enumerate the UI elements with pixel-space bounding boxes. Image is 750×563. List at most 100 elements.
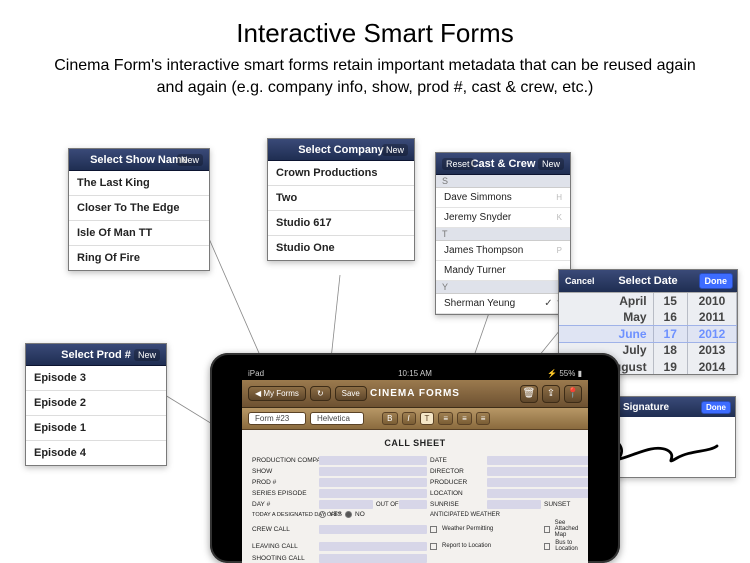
field-show[interactable] xyxy=(319,467,427,476)
date-option[interactable]: 19 xyxy=(654,359,687,374)
field-leaving-call[interactable] xyxy=(319,542,427,551)
ipad-device: iPad 10:15 AM ⚡ 55% ▮ ◀ My Forms ↻ Save … xyxy=(210,353,620,563)
reset-button[interactable]: Reset xyxy=(442,158,474,170)
list-item[interactable]: Episode 2 xyxy=(26,391,166,416)
field-location[interactable] xyxy=(487,489,588,498)
field-shooting-call[interactable] xyxy=(319,554,427,563)
status-time: 10:15 AM xyxy=(398,369,432,378)
date-option[interactable]: 17 xyxy=(654,326,687,342)
ios-status-bar: iPad 10:15 AM ⚡ 55% ▮ xyxy=(242,367,588,380)
field-production-company[interactable] xyxy=(319,456,427,465)
label-crew-call: CREW CALL xyxy=(252,526,316,533)
field-day[interactable] xyxy=(319,500,373,509)
field-prod[interactable] xyxy=(319,478,427,487)
list-item[interactable]: Episode 4 xyxy=(26,441,166,465)
date-option[interactable]: 15 xyxy=(654,293,687,309)
date-option[interactable]: 2011 xyxy=(688,309,736,325)
list-item[interactable]: Episode 3 xyxy=(26,366,166,391)
check-bus-location[interactable]: Bus to Location xyxy=(544,540,588,552)
cast-crew-panel: Reset Cast & Crew New SDave SimmonsHJere… xyxy=(435,152,571,315)
label-out-of: OUT OF xyxy=(376,502,396,508)
date-option[interactable]: 2013 xyxy=(688,342,736,358)
date-option[interactable]: May xyxy=(559,309,647,325)
new-button[interactable]: New xyxy=(538,158,564,170)
page-subtitle: Cinema Form's interactive smart forms re… xyxy=(0,49,750,98)
radio-yes[interactable] xyxy=(319,511,326,518)
font-select[interactable]: Helvetica xyxy=(310,412,364,425)
label-date: DATE xyxy=(430,457,484,464)
field-out-of[interactable] xyxy=(399,500,427,509)
history-button[interactable]: ↻ xyxy=(310,386,331,401)
align-center-button[interactable]: ≡ xyxy=(457,412,472,425)
date-option[interactable]: 2012 xyxy=(688,326,736,342)
cast-row[interactable]: James ThompsonP xyxy=(436,241,570,261)
label-series-episode: SERIES EPISODE xyxy=(252,490,316,497)
back-button[interactable]: ◀ My Forms xyxy=(248,386,306,401)
cast-row[interactable]: Jeremy SnyderK xyxy=(436,208,570,228)
new-button[interactable]: New xyxy=(134,349,160,361)
date-option[interactable]: 18 xyxy=(654,342,687,358)
date-option[interactable]: 16 xyxy=(654,309,687,325)
cast-row[interactable]: Dave SimmonsH xyxy=(436,188,570,208)
label-shooting-call: SHOOTING CALL xyxy=(252,555,316,562)
new-button[interactable]: New xyxy=(177,154,203,166)
list-item[interactable]: Isle Of Man TT xyxy=(69,221,209,246)
app-title: CINEMA FORMS xyxy=(370,388,460,399)
label-show: SHOW xyxy=(252,468,316,475)
field-crew-call[interactable] xyxy=(319,525,427,534)
show-list: The Last KingCloser To The EdgeIsle Of M… xyxy=(69,171,209,270)
done-button[interactable]: Done xyxy=(701,401,731,414)
list-item[interactable]: Studio 617 xyxy=(268,211,414,236)
italic-button[interactable]: I xyxy=(402,412,416,425)
radio-no[interactable] xyxy=(345,511,352,518)
cast-crew-title: Cast & Crew xyxy=(471,158,536,170)
check-weather-permitting[interactable]: Weather Permitting xyxy=(430,526,541,533)
date-option[interactable]: 2014 xyxy=(688,359,736,374)
field-series-episode[interactable] xyxy=(319,489,427,498)
field-sunrise[interactable] xyxy=(487,500,541,509)
trash-icon[interactable]: 🗑 xyxy=(520,385,538,403)
share-icon[interactable]: ⇪ xyxy=(542,385,560,403)
label-designated-off: TODAY A DESIGNATED DAY OFF? xyxy=(252,512,316,518)
text-button[interactable]: T xyxy=(420,412,435,425)
save-button[interactable]: Save xyxy=(335,386,367,401)
bold-button[interactable]: B xyxy=(382,412,397,425)
select-show-panel: Select Show Name New The Last KingCloser… xyxy=(68,148,210,271)
list-item[interactable]: Episode 1 xyxy=(26,416,166,441)
prod-list: Episode 3Episode 2Episode 1Episode 4 xyxy=(26,366,166,465)
date-option[interactable]: April xyxy=(559,293,647,309)
cancel-button[interactable]: Cancel xyxy=(565,276,595,286)
date-option[interactable]: June xyxy=(559,326,647,342)
field-producer[interactable] xyxy=(487,478,588,487)
check-report-location[interactable]: Report to Location xyxy=(430,543,541,550)
label-producer: PRODUCER xyxy=(430,479,484,486)
date-year-column[interactable]: 20102011201220132014 xyxy=(688,293,737,374)
new-button[interactable]: New xyxy=(382,144,408,156)
list-item[interactable]: Crown Productions xyxy=(268,161,414,186)
list-item[interactable]: The Last King xyxy=(69,171,209,196)
cast-row[interactable]: Sherman YeungY xyxy=(436,294,570,314)
field-date[interactable] xyxy=(487,456,588,465)
label-day: DAY # xyxy=(252,501,316,508)
cast-row[interactable]: Mandy Turner xyxy=(436,261,570,281)
list-item[interactable]: Ring Of Fire xyxy=(69,246,209,270)
done-button[interactable]: Done xyxy=(699,273,734,289)
align-right-button[interactable]: ≡ xyxy=(476,412,491,425)
cast-section-header: Y xyxy=(436,281,570,294)
field-director[interactable] xyxy=(487,467,588,476)
form-name-input[interactable]: Form #23 xyxy=(248,412,306,425)
align-left-button[interactable]: ≡ xyxy=(438,412,453,425)
cast-section-header: T xyxy=(436,228,570,241)
radio-group-day-off[interactable]: YES NO xyxy=(319,511,427,518)
select-company-panel: Select Company New Crown ProductionsTwoS… xyxy=(267,138,415,261)
list-item[interactable]: Two xyxy=(268,186,414,211)
date-option[interactable]: 2010 xyxy=(688,293,736,309)
cast-list: SDave SimmonsHJeremy SnyderKTJames Thomp… xyxy=(436,175,570,314)
page-title: Interactive Smart Forms xyxy=(0,0,750,49)
date-day-column[interactable]: 1516171819 xyxy=(654,293,688,374)
check-see-map[interactable]: See Attached Map xyxy=(544,520,588,538)
list-item[interactable]: Studio One xyxy=(268,236,414,260)
list-item[interactable]: Closer To The Edge xyxy=(69,196,209,221)
location-icon[interactable]: 📍 xyxy=(564,385,582,403)
label-location: LOCATION xyxy=(430,490,484,497)
